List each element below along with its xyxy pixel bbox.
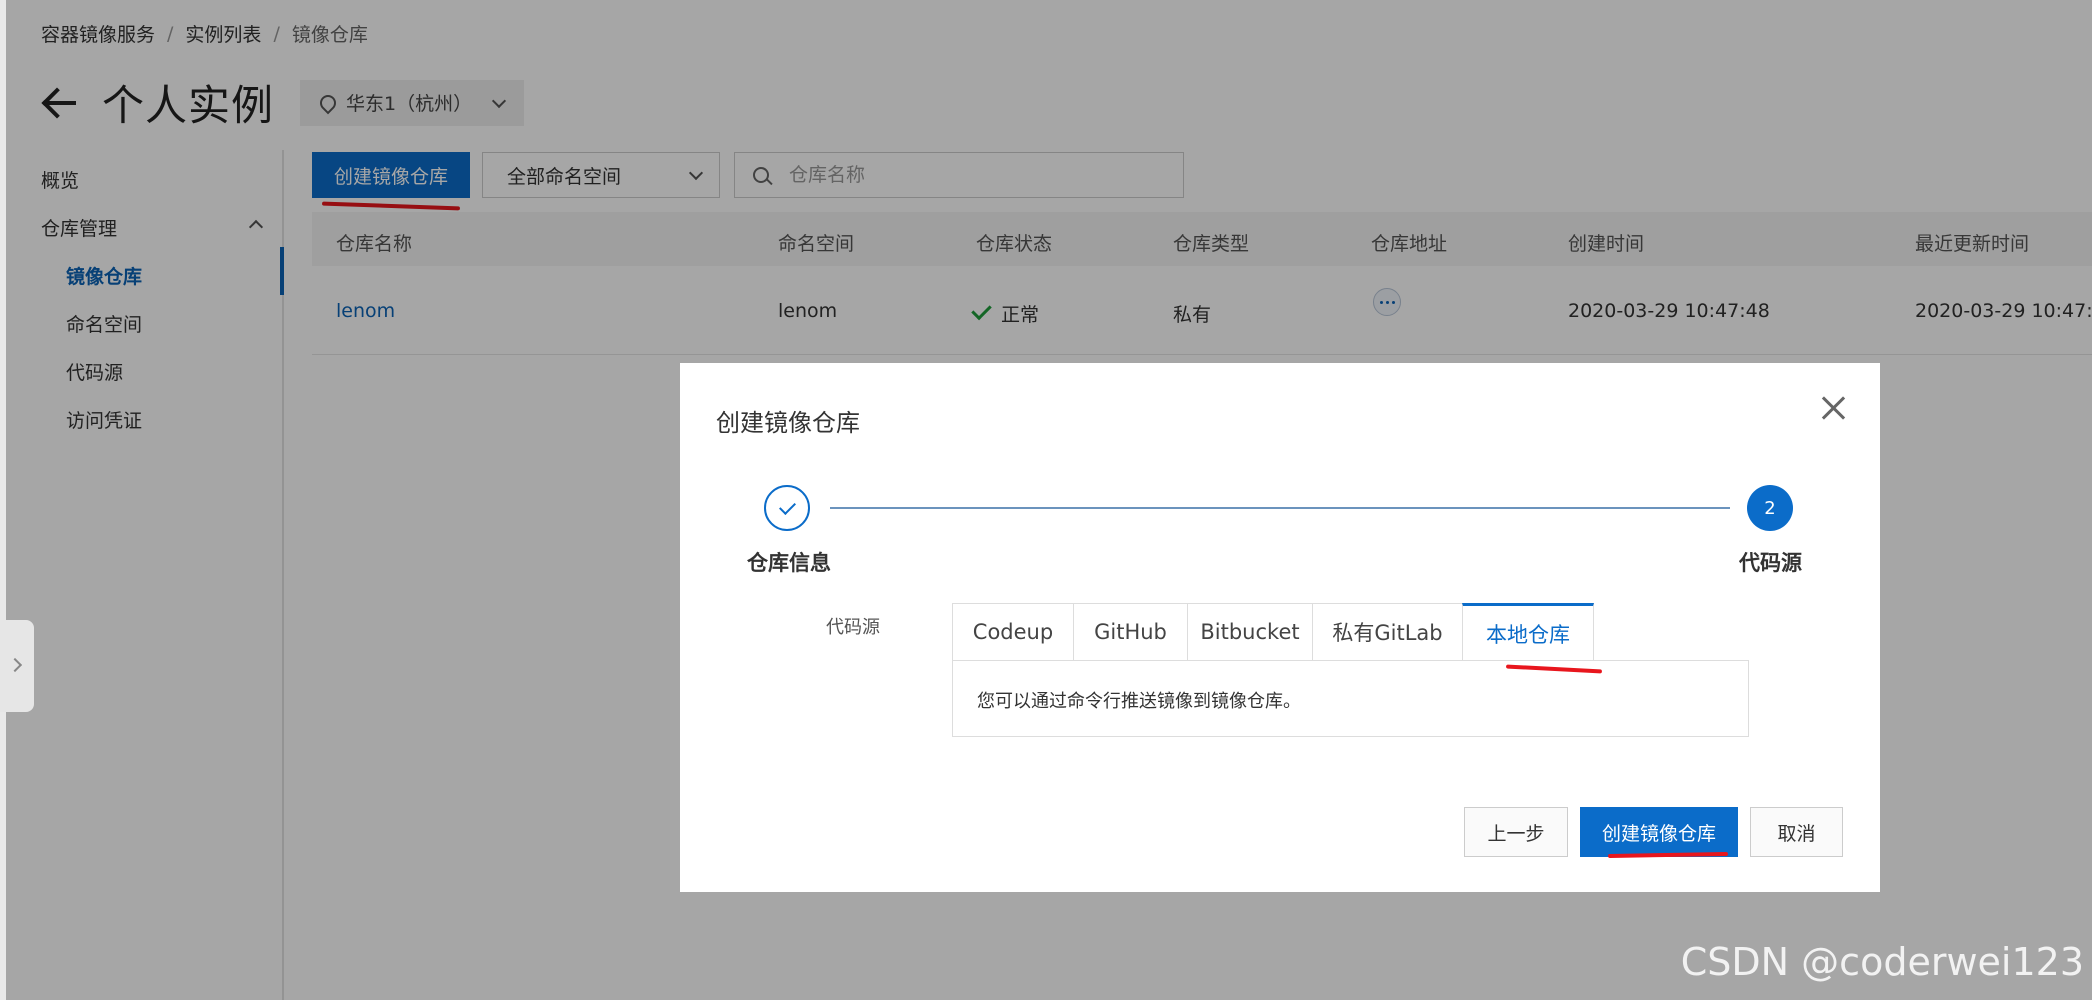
step-connector [830,507,1730,509]
tab-codeup[interactable]: Codeup [952,603,1073,661]
step-2-label: 代码源 [1739,551,1802,575]
create-repo-confirm-button[interactable]: 创建镜像仓库 [1580,807,1738,857]
create-repo-dialog: 创建镜像仓库 2 仓库信息 代码源 代码源 Codeup GitHub Bitb… [680,363,1880,892]
watermark: CSDN @coderwei123 [1680,940,2084,984]
tab-local-repo[interactable]: 本地仓库 [1462,603,1594,661]
close-icon[interactable] [1818,393,1850,425]
tab-github[interactable]: GitHub [1073,603,1187,661]
code-source-label: 代码源 [826,617,880,638]
page-edge [0,0,6,1000]
annotation-underline [1607,851,1729,859]
dialog-title: 创建镜像仓库 [716,409,860,437]
tab-private-gitlab[interactable]: 私有GitLab [1312,603,1462,661]
tab-panel-text: 您可以通过命令行推送镜像到镜像仓库。 [977,691,1301,712]
tab-panel: 您可以通过命令行推送镜像到镜像仓库。 [952,660,1749,737]
code-source-tabs: Codeup GitHub Bitbucket 私有GitLab 本地仓库 [952,603,1594,661]
prev-step-button[interactable]: 上一步 [1464,807,1568,857]
cancel-button[interactable]: 取消 [1750,807,1843,857]
sidebar-collapse-toggle[interactable] [0,620,34,712]
page: 容器镜像服务 / 实例列表 / 镜像仓库 个人实例 华东1（杭州） 概览 仓库管… [0,0,2092,1000]
tab-bitbucket[interactable]: Bitbucket [1187,603,1312,661]
check-icon [778,497,796,515]
step-1-indicator [764,485,810,531]
step-1-label: 仓库信息 [747,551,831,575]
step-2-indicator: 2 [1747,485,1793,531]
